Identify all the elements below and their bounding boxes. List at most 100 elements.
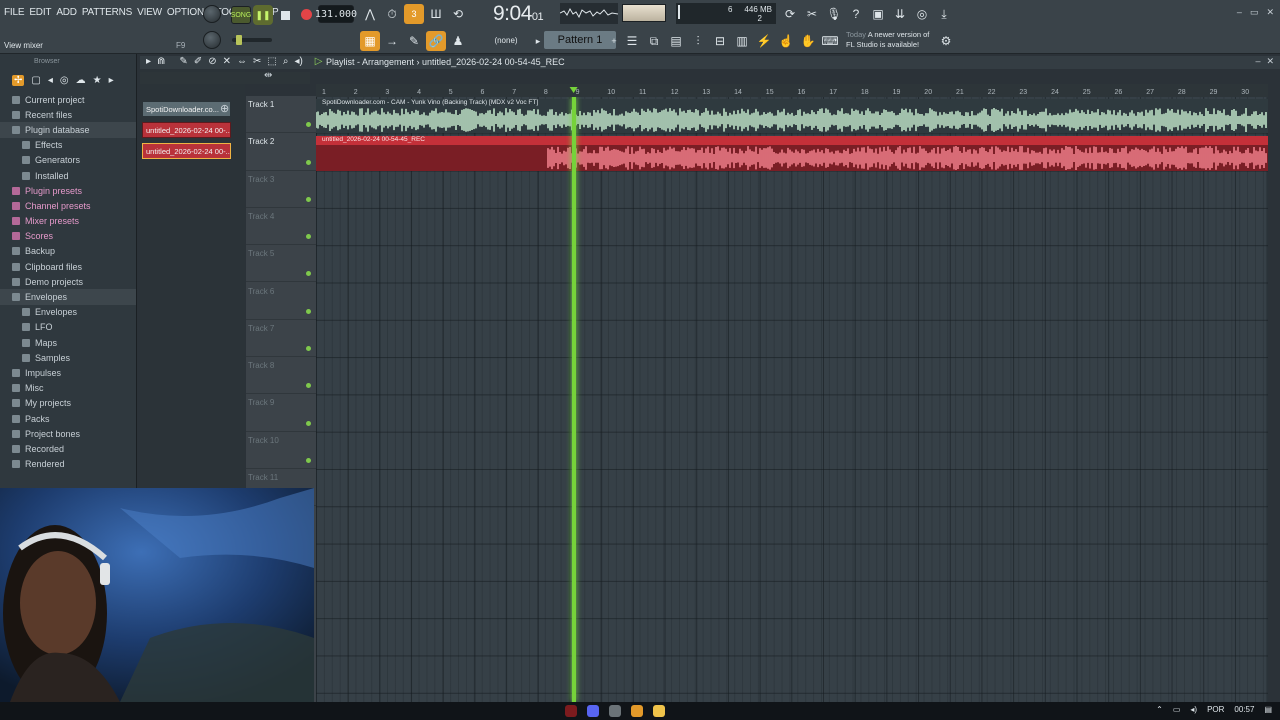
browser-item[interactable]: Envelopes [0,289,136,305]
update-notice[interactable]: Today A newer version of FL Studio is av… [846,30,946,50]
browser-item[interactable]: Effects [0,138,136,153]
browser-item[interactable]: Impulses [0,365,136,380]
track-mute-led[interactable] [306,420,311,426]
track-header[interactable]: Track 1 [246,96,316,134]
slice-icon[interactable]: ✂ [253,56,261,67]
discord-icon[interactable] [587,705,599,717]
close-icon[interactable]: ✕ [1266,7,1274,18]
track-mute-led[interactable] [306,159,311,165]
countdown-icon[interactable]: 3 [404,4,424,24]
track-mute-led[interactable] [306,122,311,128]
download-icon[interactable]: ⤓ [934,4,954,24]
magnet-icon[interactable]: ⋒ [157,56,165,67]
browser-cloud-icon[interactable]: ☁ [76,75,86,86]
paint-icon[interactable]: ✐ [194,56,202,67]
save-icon[interactable]: ▣ [868,4,888,24]
playlist-menu-icon[interactable]: ▸ [146,56,151,67]
menu-view[interactable]: VIEW [137,7,162,18]
audio-clip-backing-track[interactable]: SpotiDownloader.com - CAM - Yunk Vino (B… [316,99,1268,133]
browser-star-icon[interactable]: ★ [93,75,102,86]
browser-item[interactable]: Project bones [0,426,136,441]
browser-item[interactable]: Recent files [0,107,136,122]
select-icon[interactable]: ⬚ [267,56,276,67]
track-mute-led[interactable] [306,457,311,463]
timeline-ruler[interactable]: 1 2 3 4 5 6 7 8 9 10 11 12 13 14 15 16 17 18 19 20 21 22 23 24 2… [316,84,1268,97]
song-position-display[interactable]: 9:0401 [493,2,544,26]
tempo-display[interactable]: 131.000 [315,5,357,23]
add-clip-icon[interactable]: ⊕ [220,102,229,115]
track-mute-led[interactable] [306,383,311,389]
master-slider-handle[interactable] [236,35,242,45]
browser-item[interactable]: Maps [0,335,136,350]
link-icon[interactable]: 🔗 [426,31,446,51]
taskbar-clock[interactable]: 00:57 [1234,705,1254,714]
browser-refresh-icon[interactable]: ◎ [60,75,69,86]
stop-button[interactable] [275,5,295,25]
play-pause-button[interactable]: ❚❚ [253,5,273,25]
browser-more-icon[interactable]: ▸ [109,75,114,86]
playlist-play-icon[interactable]: ▷ [315,56,323,67]
menu-file[interactable]: FILE [4,7,25,18]
metronome-icon[interactable]: ⋀ [360,4,380,24]
tray-chevron-icon[interactable]: ⌃ [1156,705,1163,714]
browser-item[interactable]: LFO [0,320,136,335]
news-gear-icon[interactable]: ⚙ [936,31,956,51]
fl-studio-icon[interactable] [631,705,643,717]
typing-keyboard-icon[interactable]: ⌨ [820,31,840,51]
stamp-icon[interactable]: ♟ [448,31,468,51]
browser-item[interactable]: Scores [0,229,136,244]
browser-item[interactable]: Plugin presets [0,183,136,198]
browser-item[interactable]: Recorded [0,441,136,456]
track-mute-led[interactable] [306,271,311,277]
track-header[interactable]: Track 4 [246,208,316,246]
settings-icon[interactable] [609,705,621,717]
track-header[interactable]: Track 2 [246,133,316,171]
mute-icon[interactable]: ✕ [223,56,231,67]
playhead-marker[interactable] [571,97,576,702]
browser-item[interactable]: Samples [0,350,136,365]
menu-edit[interactable]: EDIT [29,7,51,18]
playback-icon[interactable]: ◂) [294,56,302,67]
track-header[interactable]: Track 8 [246,357,316,395]
zoom-handle-icon[interactable]: ⇹ [264,70,272,81]
browser-item[interactable]: Current project [0,92,136,107]
file-explorer-icon[interactable] [653,705,665,717]
piano-roll-icon[interactable]: ⧉ [644,31,664,51]
maximize-icon[interactable]: ▭ [1250,7,1259,18]
browser-item[interactable]: Demo projects [0,274,136,289]
browser-item[interactable]: Clipboard files [0,259,136,274]
track-mute-led[interactable] [306,346,311,352]
track-header[interactable]: Track 7 [246,320,316,358]
wait-input-icon[interactable]: ⏱ [382,4,402,24]
zoom-icon[interactable]: ⌕ [283,56,289,67]
touch-icon[interactable]: ☝ [776,31,796,51]
browser-icon[interactable]: ⊟ [710,31,730,51]
chat-icon[interactable]: ◎ [912,4,932,24]
mixer-icon[interactable]: ⫶ [688,31,708,51]
browser-item[interactable]: Envelopes [0,305,136,320]
clip-source-rec-2[interactable]: untitled_2026-02-24 00-... [142,143,231,159]
minimize-icon[interactable]: – [1237,7,1242,18]
pattern-song-toggle[interactable]: SONG [231,6,251,24]
browser-options-icon[interactable]: ✢ [12,74,25,86]
render-icon[interactable]: ⇊ [890,4,910,24]
menu-patterns[interactable]: PATTERNS [82,7,132,18]
track-header[interactable]: Track 9 [246,394,316,432]
playlist-grid[interactable]: SpotiDownloader.com - CAM - Yunk Vino (B… [316,97,1268,702]
audio-clip-recording[interactable]: untitled_2026-02-24 00-54-45_REC [316,136,1268,171]
track-header[interactable]: Track 5 [246,245,316,283]
playlist-icon[interactable]: ☰ [622,31,642,51]
clip-source-rec-1[interactable]: untitled_2026-02-24 00-... [142,122,231,138]
browser-back-icon[interactable]: ◂ [48,75,53,86]
menu-add[interactable]: ADD [56,7,77,18]
track-mute-led[interactable] [306,234,311,240]
playlist-minimize-icon[interactable]: – [1255,56,1260,67]
track-mute-led[interactable] [306,196,311,202]
add-pattern-icon[interactable]: + [604,31,624,51]
browser-item[interactable]: Misc [0,381,136,396]
arrow-right-icon[interactable]: → [382,31,402,51]
cut-icon[interactable]: ✂ [802,4,822,24]
master-volume-knob[interactable] [203,5,221,23]
channel-rack-icon[interactable]: ▤ [666,31,686,51]
browser-item[interactable]: Generators [0,153,136,168]
